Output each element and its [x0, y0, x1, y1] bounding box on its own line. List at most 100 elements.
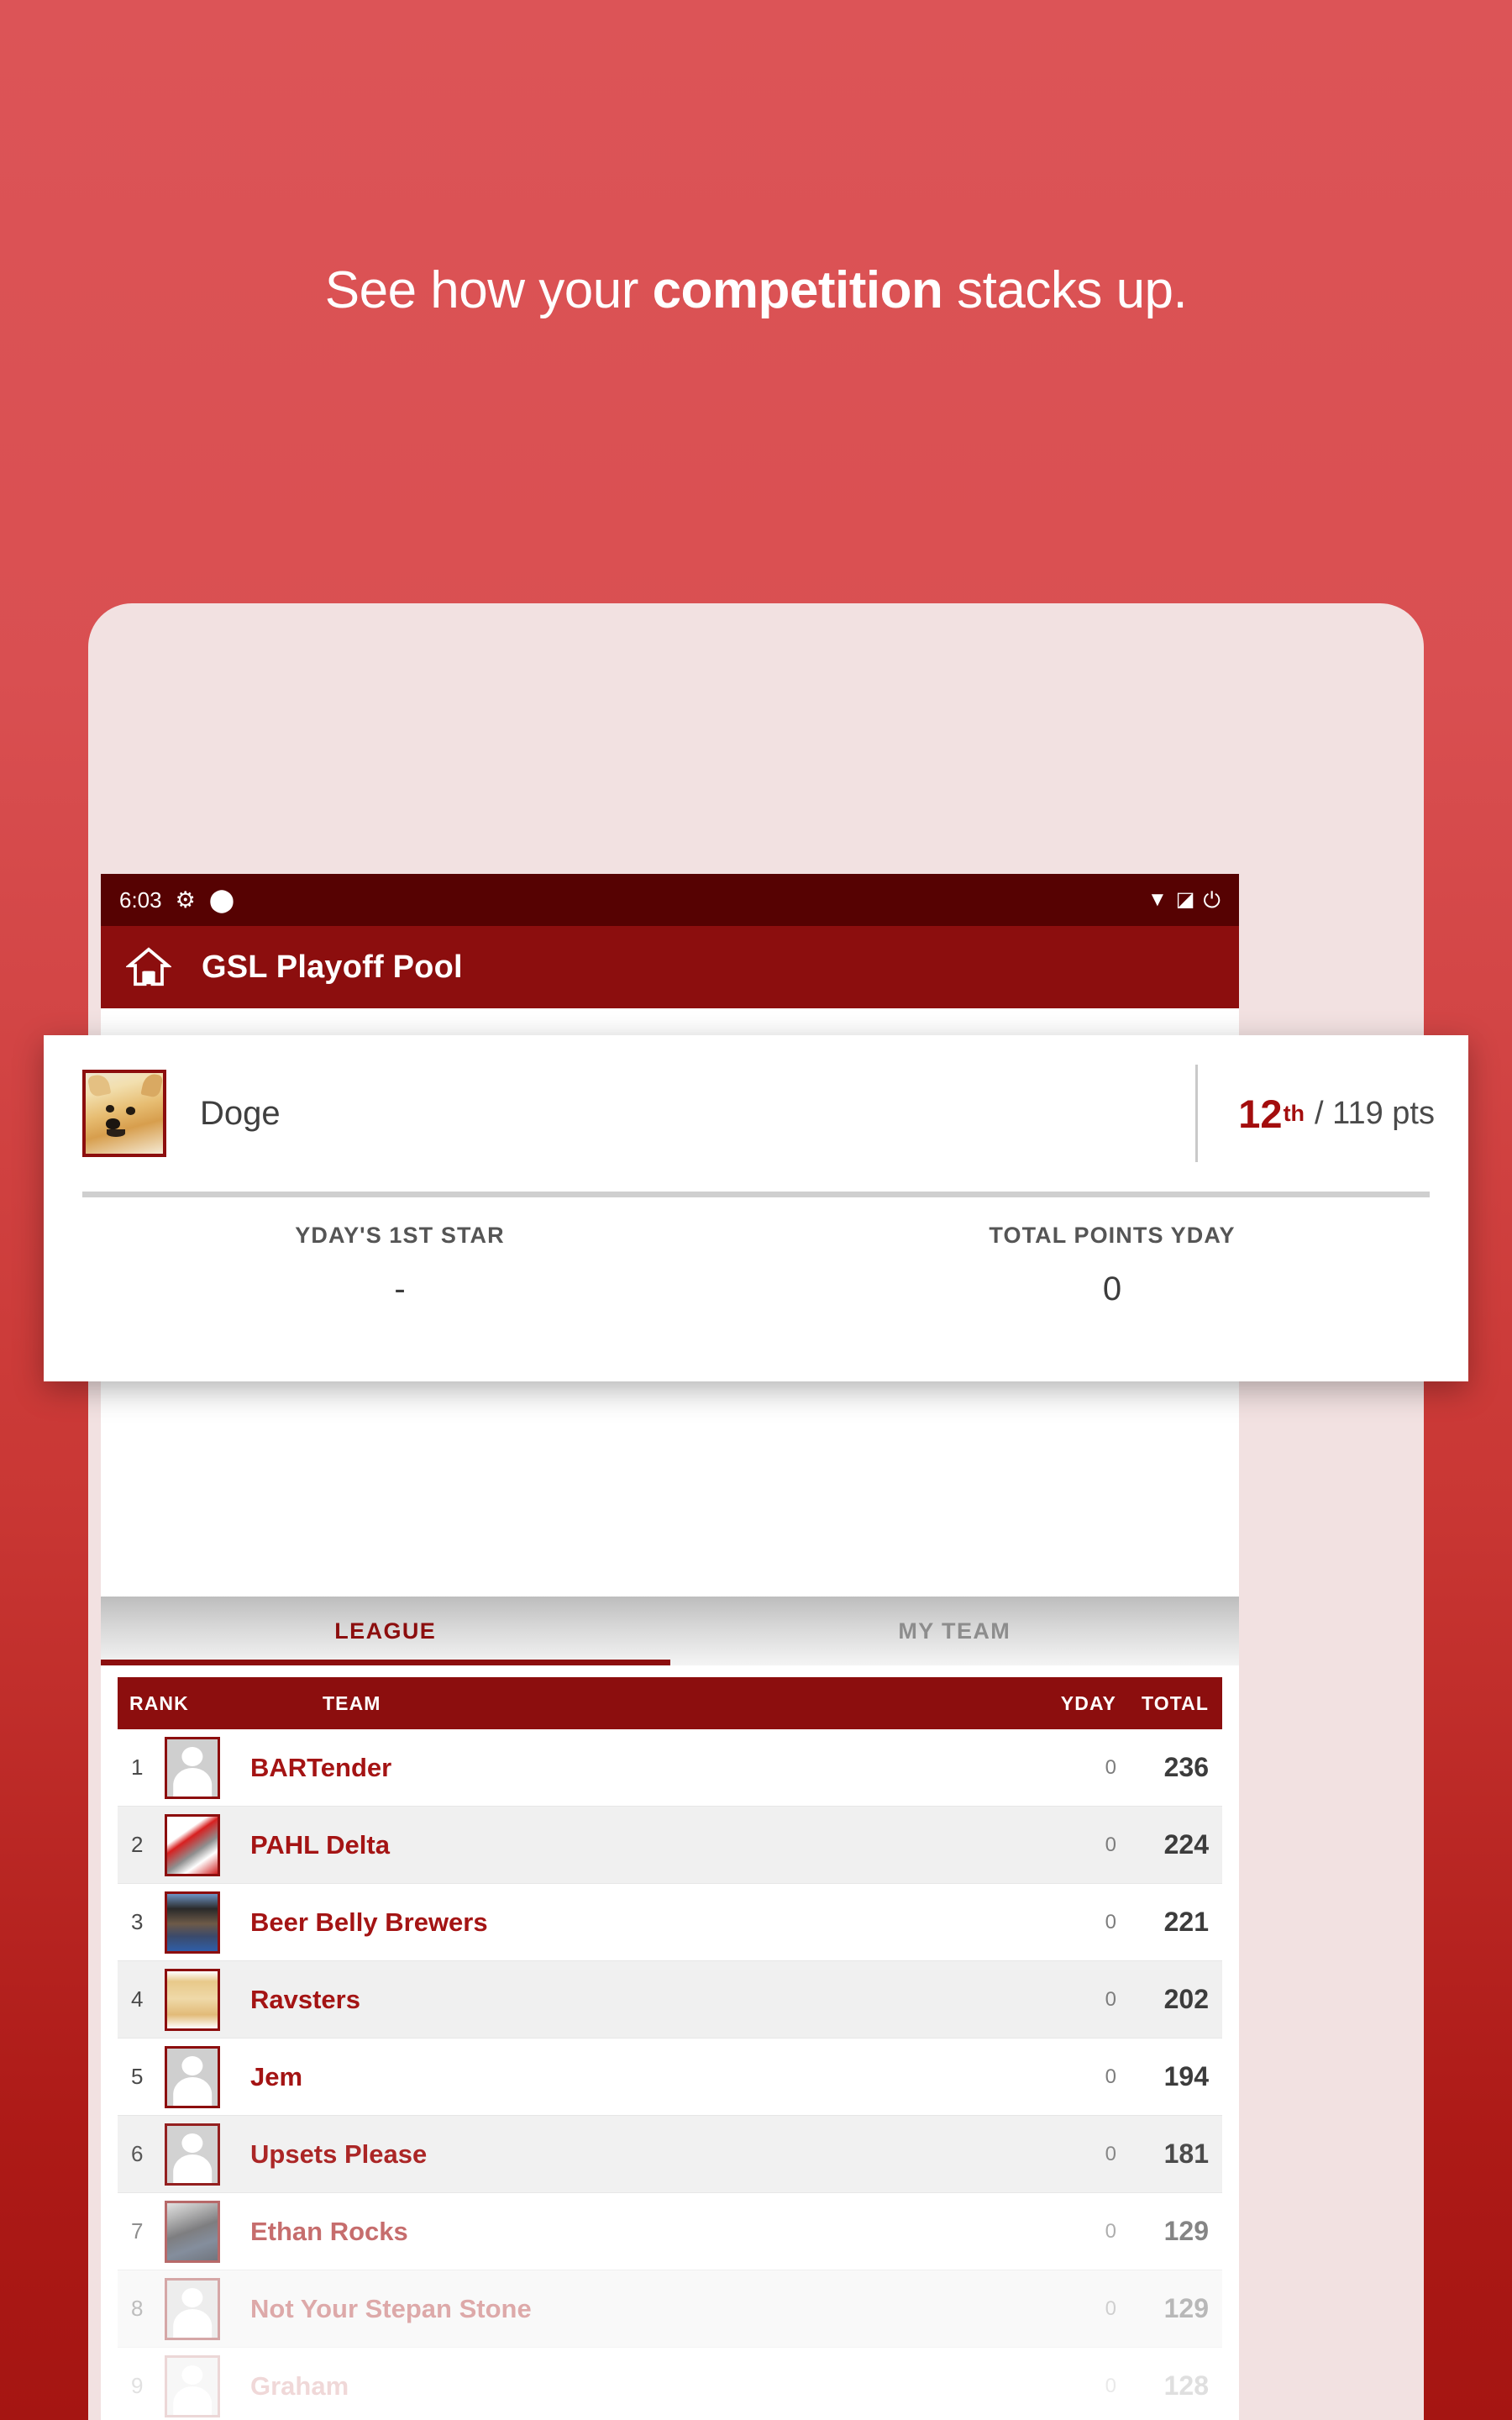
my-team-summary-card: Doge 12th / 119 pts YDAY'S 1ST STAR - TO…: [44, 1035, 1468, 1381]
avatar: [165, 1813, 220, 1876]
row-rank: 6: [131, 2141, 144, 2166]
row-total: 221: [1163, 1907, 1209, 1937]
leaderboard-table: RANK TEAM YDAY TOTAL 1 BARTender 0 236 2: [101, 1665, 1239, 2420]
row-yday: 0: [1105, 1910, 1116, 1933]
tab-my-team[interactable]: MY TEAM: [670, 1597, 1240, 1665]
android-status-bar: 6:03 ⚙ ⬤ ▼ ◪ ⏻: [101, 874, 1239, 926]
row-total: 236: [1163, 1752, 1209, 1782]
home-icon[interactable]: [124, 944, 173, 990]
row-team-name: Beer Belly Brewers: [250, 1907, 488, 1937]
row-team-name: Ravsters: [250, 1984, 360, 2014]
row-total: 224: [1163, 1829, 1209, 1860]
row-total: 181: [1163, 2139, 1209, 2169]
row-rank: 1: [131, 1754, 144, 1780]
row-avatar-cell: [165, 1736, 245, 1799]
promo-headline: See how your competition stacks up.: [0, 260, 1512, 320]
row-yday: 0: [1105, 1987, 1116, 2011]
summary-stats: YDAY'S 1ST STAR - TOTAL POINTS YDAY 0: [44, 1197, 1468, 1308]
shield-icon: ⬤: [208, 886, 235, 913]
tab-league[interactable]: LEAGUE: [101, 1597, 670, 1665]
summary-rank-suffix: th: [1283, 1100, 1305, 1126]
column-header-yday: YDAY: [1060, 1691, 1116, 1714]
row-rank: 3: [131, 1909, 144, 1934]
row-yday: 0: [1105, 2219, 1116, 2243]
headline-prefix: See how your: [324, 261, 653, 319]
row-team-name: BARTender: [250, 1752, 392, 1782]
row-yday: 0: [1105, 2065, 1116, 2088]
battery-icon: ⏻: [1203, 887, 1221, 913]
row-total: 129: [1163, 2216, 1209, 2246]
summary-rank-block: 12th / 119 pts: [1195, 1065, 1435, 1162]
column-header-rank: RANK: [129, 1691, 189, 1714]
doge-avatar: [82, 1070, 166, 1157]
table-row[interactable]: 5 Jem 0 194: [118, 2039, 1222, 2116]
stat-label: TOTAL POINTS YDAY: [989, 1223, 1236, 1248]
row-team-name: Graham: [250, 2370, 349, 2401]
summary-divider: [82, 1192, 1430, 1197]
row-total: 129: [1163, 2293, 1209, 2323]
table-row[interactable]: 1 BARTender 0 236: [118, 1729, 1222, 1807]
table-row[interactable]: 3 Beer Belly Brewers 0 221: [118, 1884, 1222, 1961]
row-avatar-cell: [165, 2354, 245, 2417]
wifi-icon: ▼: [1147, 888, 1168, 911]
avatar: [165, 2277, 220, 2340]
row-yday: 0: [1105, 2374, 1116, 2397]
table-row[interactable]: 2 PAHL Delta 0 224: [118, 1807, 1222, 1884]
table-row[interactable]: 7 Ethan Rocks 0 129: [118, 2193, 1222, 2270]
row-rank: 7: [131, 2218, 144, 2244]
summary-card-header: Doge 12th / 119 pts: [44, 1035, 1468, 1192]
row-team-name: Jem: [250, 2061, 303, 2091]
avatar: [165, 1736, 220, 1799]
gear-icon: ⚙: [175, 886, 196, 913]
status-time: 6:03: [119, 886, 162, 913]
row-rank: 8: [131, 2296, 144, 2321]
table-row[interactable]: 4 Ravsters 0 202: [118, 1961, 1222, 2039]
row-avatar-cell: [165, 2045, 245, 2108]
stat-label: YDAY'S 1ST STAR: [295, 1223, 505, 1248]
headline-emphasis: competition: [652, 261, 943, 319]
row-avatar-cell: [165, 2200, 245, 2263]
row-yday: 0: [1105, 2296, 1116, 2320]
row-rank: 9: [131, 2373, 144, 2398]
column-header-total: TOTAL: [1141, 1691, 1209, 1714]
summary-rank-number: 12: [1238, 1091, 1283, 1136]
row-rank: 4: [131, 1986, 144, 2012]
signal-icon: ◪: [1175, 888, 1195, 911]
avatar: [165, 2123, 220, 2186]
row-yday: 0: [1105, 1833, 1116, 1856]
row-yday: 0: [1105, 2142, 1116, 2165]
avatar: [165, 1968, 220, 2031]
row-team-name: PAHL Delta: [250, 1829, 390, 1860]
row-avatar-cell: [165, 2277, 245, 2340]
tab-bar: LEAGUE MY TEAM: [101, 1597, 1239, 1665]
table-row[interactable]: 9 Graham 0 128: [118, 2348, 1222, 2420]
row-yday: 0: [1105, 1755, 1116, 1779]
headline-suffix: stacks up.: [942, 261, 1188, 319]
status-bar-right: ▼ ◪ ⏻: [1147, 889, 1221, 911]
table-row[interactable]: 8 Not Your Stepan Stone 0 129: [118, 2270, 1222, 2348]
app-title: GSL Playoff Pool: [202, 949, 463, 985]
row-avatar-cell: [165, 1813, 245, 1876]
row-total: 194: [1163, 2061, 1209, 2091]
promo-screenshot: See how your competition stacks up. 6:03…: [0, 0, 1512, 2420]
stat-total-points-yday: TOTAL POINTS YDAY 0: [756, 1223, 1468, 1308]
row-avatar-cell: [165, 1968, 245, 2031]
row-rank: 5: [131, 2064, 144, 2089]
table-header-row: RANK TEAM YDAY TOTAL: [118, 1677, 1222, 1729]
status-bar-left: 6:03 ⚙ ⬤: [119, 887, 234, 913]
row-avatar-cell: [165, 2123, 245, 2186]
tab-active-indicator: [101, 1660, 670, 1665]
column-header-team: TEAM: [323, 1691, 381, 1714]
row-total: 128: [1163, 2370, 1209, 2401]
row-total: 202: [1163, 1984, 1209, 2014]
row-team-name: Upsets Please: [250, 2139, 428, 2169]
row-team-name: Ethan Rocks: [250, 2216, 408, 2246]
avatar: [165, 2200, 220, 2263]
summary-team-name: Doge: [200, 1094, 281, 1132]
stat-value: -: [394, 1270, 406, 1307]
stat-value: 0: [1102, 1270, 1122, 1307]
stat-yday-first-star: YDAY'S 1ST STAR -: [44, 1223, 756, 1308]
row-team-name: Not Your Stepan Stone: [250, 2293, 532, 2323]
avatar: [165, 2354, 220, 2417]
table-row[interactable]: 6 Upsets Please 0 181: [118, 2116, 1222, 2193]
